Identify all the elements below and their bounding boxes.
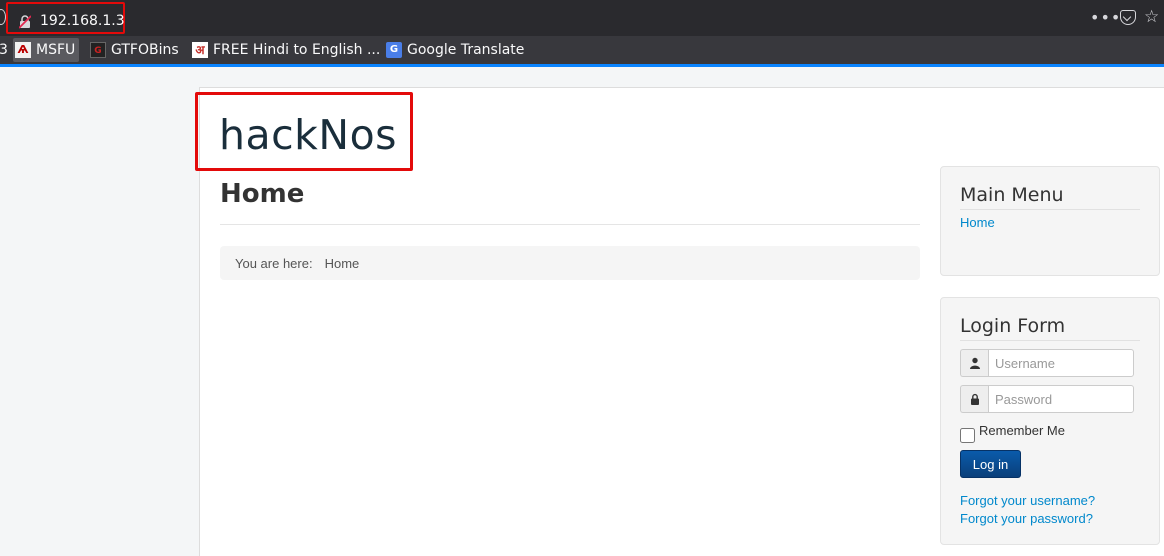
page-title: Home [220, 179, 305, 209]
menu-item-home[interactable]: Home [960, 215, 1140, 256]
bookmarks-toolbar: 3 Ѧ MSFU G GTFOBins अ FREE Hindi to Engl… [0, 36, 1164, 64]
username-row [960, 349, 1140, 377]
breadcrumb-item-home: Home [324, 255, 360, 271]
brand-highlight: hackNos [195, 92, 413, 171]
login-form-title: Login Form [960, 315, 1140, 341]
page-actions-icon[interactable]: ••• [1090, 8, 1121, 27]
divider [220, 224, 920, 225]
msfu-icon: Ѧ [15, 42, 31, 58]
breadcrumb: You are here: Home [220, 246, 920, 280]
lock-icon [960, 385, 988, 413]
username-input[interactable] [988, 349, 1134, 377]
bookmark-google-translate[interactable]: G Google Translate [386, 38, 524, 62]
bookmark-label: GTFOBins [111, 42, 179, 58]
login-button[interactable]: Log in [960, 450, 1021, 478]
main-menu-title: Main Menu [960, 184, 1140, 210]
breadcrumb-label: You are here: [235, 255, 313, 271]
site-brand[interactable]: hackNos [219, 111, 397, 159]
login-form-module: Login Form Remember Me Log in Forgot you… [940, 297, 1160, 545]
browser-url-bar: 192.168.1.3 ••• ☆ [0, 0, 1164, 36]
remember-me[interactable]: Remember Me [960, 423, 1140, 443]
google-translate-icon: G [386, 42, 402, 58]
bookmark-fragment[interactable]: 3 [0, 38, 8, 62]
sidebar: Main Menu Home Login Form Remember Me [940, 166, 1160, 545]
forgot-username-link[interactable]: Forgot your username? [960, 492, 1140, 510]
password-row [960, 385, 1140, 413]
main-content: Home You are here: Home [220, 176, 920, 280]
gtfobins-icon: G [90, 42, 106, 58]
address-field[interactable]: 192.168.1.3 [6, 2, 125, 34]
forgot-password-link[interactable]: Forgot your password? [960, 510, 1140, 528]
bookmark-star-icon[interactable]: ☆ [1144, 7, 1159, 27]
remember-me-label: Remember Me [979, 423, 1065, 438]
bookmark-hindi[interactable]: अ FREE Hindi to English ... [192, 38, 380, 62]
user-icon [960, 349, 988, 377]
insecure-lock-icon [19, 15, 31, 29]
bookmark-msfu[interactable]: Ѧ MSFU [13, 38, 80, 62]
url-text[interactable]: 192.168.1.3 [40, 13, 125, 29]
remember-me-checkbox[interactable] [960, 428, 975, 443]
password-input[interactable] [988, 385, 1134, 413]
main-menu-module: Main Menu Home [940, 166, 1160, 276]
web-page: hackNos Home You are here: Home Main Men… [0, 67, 1164, 556]
pocket-icon[interactable] [1120, 10, 1136, 25]
bookmark-label: FREE Hindi to English ... [213, 42, 381, 58]
bookmark-label: MSFU [36, 42, 76, 58]
bookmark-label: Google Translate [407, 42, 525, 58]
hindi-icon: अ [192, 42, 208, 58]
bookmark-gtfobins[interactable]: G GTFOBins [90, 38, 179, 62]
